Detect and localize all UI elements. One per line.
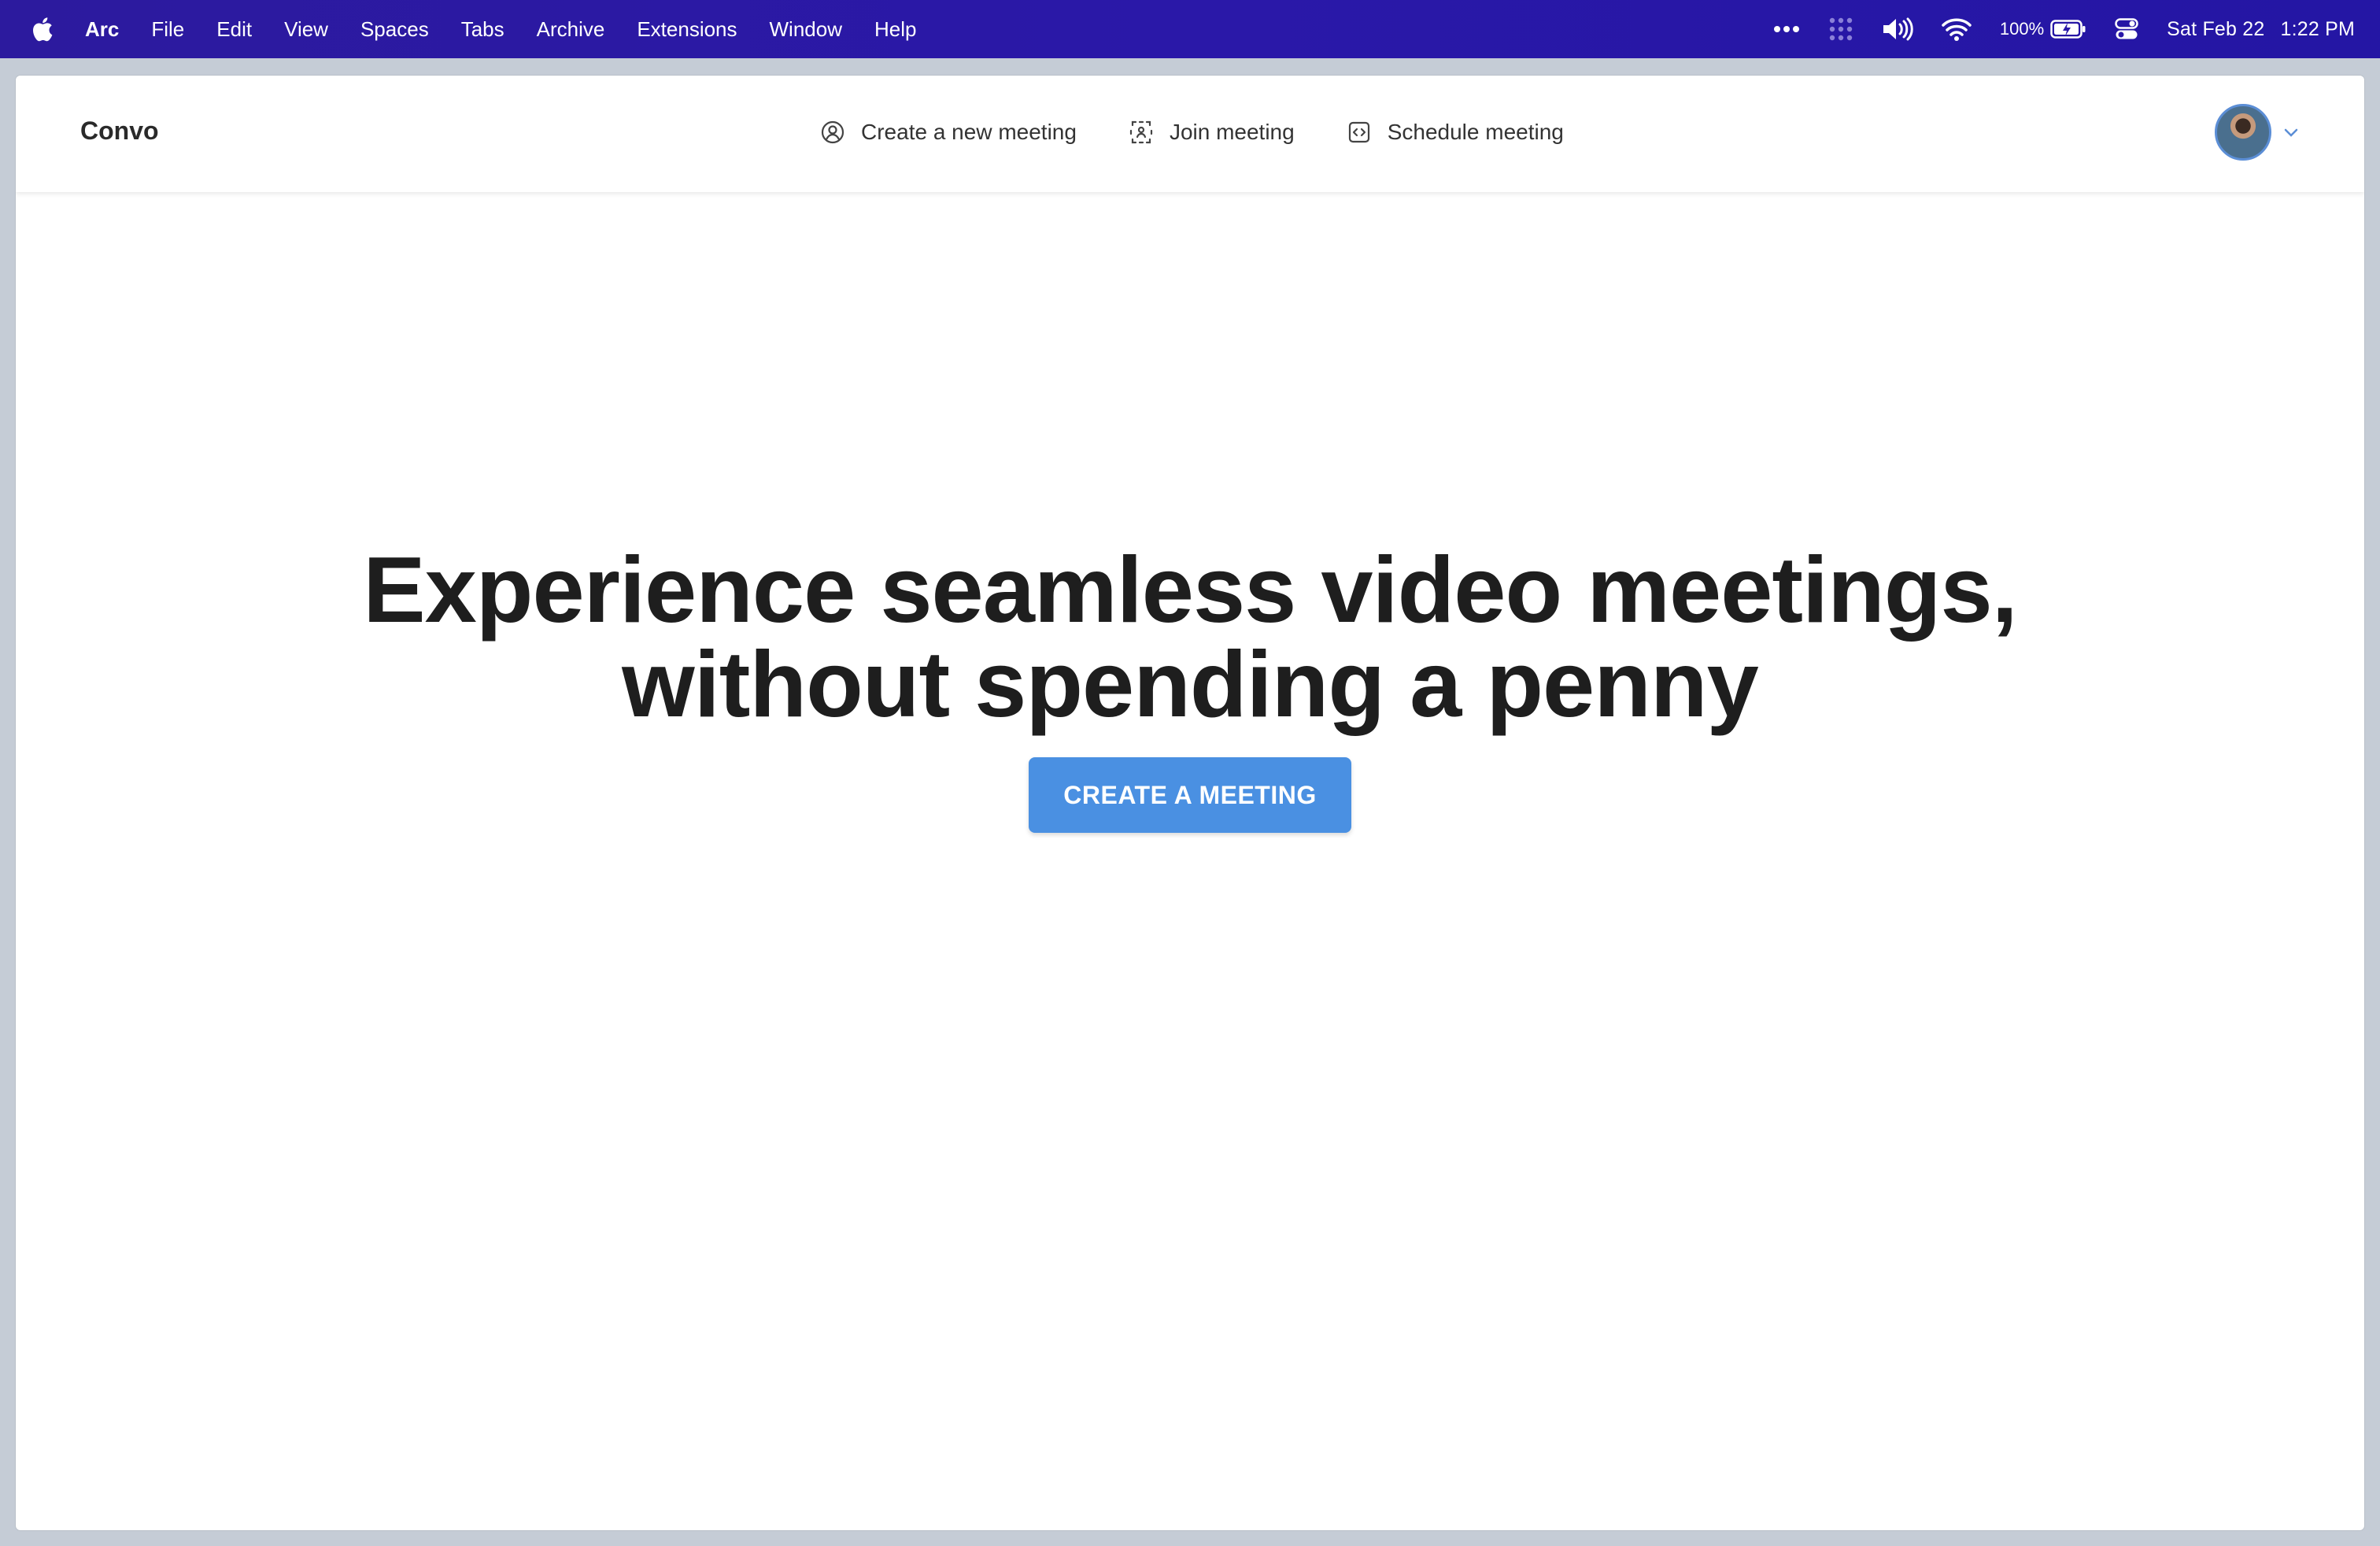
avatar[interactable] — [2215, 104, 2271, 161]
apple-icon[interactable] — [30, 15, 54, 43]
menu-app-name[interactable]: Arc — [85, 17, 119, 42]
menu-view[interactable]: View — [284, 17, 328, 42]
volume-icon[interactable] — [1882, 17, 1913, 41]
hero-heading: Experience seamless video meetings, with… — [16, 543, 2364, 732]
menubar-date: Sat Feb 22 — [2167, 17, 2265, 40]
menu-tabs[interactable]: Tabs — [461, 17, 504, 42]
battery-percent: 100% — [1999, 19, 2045, 39]
menu-window[interactable]: Window — [770, 17, 842, 42]
create-meeting-button[interactable]: CREATE A MEETING — [1029, 757, 1351, 833]
battery-icon[interactable] — [2050, 20, 2086, 39]
menubar-time: 1:22 PM — [2280, 17, 2355, 40]
menu-extensions[interactable]: Extensions — [637, 17, 737, 42]
wifi-icon[interactable] — [1942, 17, 1972, 41]
menu-spaces[interactable]: Spaces — [360, 17, 429, 42]
schedule-code-icon — [1347, 120, 1372, 145]
control-center-icon[interactable] — [2115, 18, 2138, 40]
create-new-meeting-label: Create a new meeting — [861, 120, 1077, 144]
chevron-down-icon[interactable] — [2282, 124, 2300, 141]
hero-heading-line-2: without spending a penny — [622, 632, 1759, 737]
brand-logo[interactable]: Convo — [80, 117, 159, 146]
menu-bar: Arc File Edit View Spaces Tabs Archive E… — [0, 0, 2380, 58]
menubar-clock[interactable]: Sat Feb 22 1:22 PM — [2167, 18, 2355, 41]
join-meeting-link[interactable]: Join meeting — [1129, 120, 1295, 145]
create-new-meeting-link[interactable]: Create a new meeting — [820, 120, 1077, 145]
menu-help[interactable]: Help — [874, 17, 916, 42]
browser-window: Convo Create a new meeting Join meeting … — [16, 76, 2364, 1530]
more-icon[interactable] — [1773, 25, 1800, 33]
hero-section: Experience seamless video meetings, with… — [16, 543, 2364, 732]
schedule-meeting-link[interactable]: Schedule meeting — [1347, 120, 1564, 145]
grid-icon[interactable] — [1828, 17, 1853, 42]
schedule-meeting-label: Schedule meeting — [1387, 120, 1564, 144]
join-frame-icon — [1129, 120, 1154, 145]
user-circle-icon — [820, 120, 845, 145]
hero-heading-line-1: Experience seamless video meetings, — [363, 538, 2017, 642]
menu-archive[interactable]: Archive — [537, 17, 605, 42]
top-navigation: Convo Create a new meeting Join meeting … — [16, 76, 2364, 192]
user-menu[interactable] — [2215, 104, 2300, 161]
menu-file[interactable]: File — [151, 17, 184, 42]
menu-edit[interactable]: Edit — [216, 17, 252, 42]
nav-links: Create a new meeting Join meeting Schedu… — [820, 115, 1616, 150]
join-meeting-label: Join meeting — [1169, 120, 1295, 144]
